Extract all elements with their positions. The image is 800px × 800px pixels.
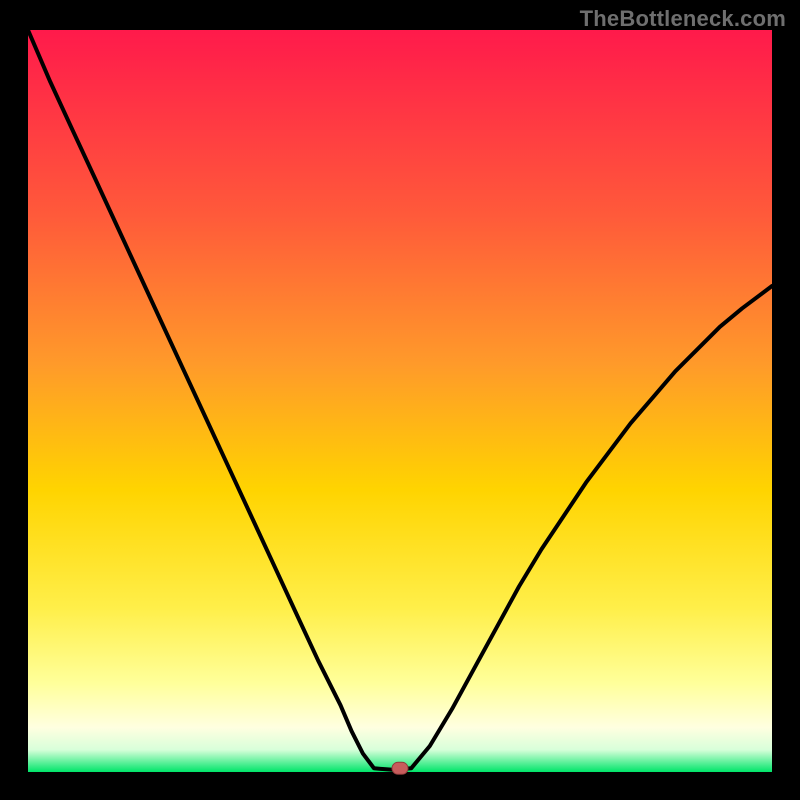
- watermark-text: TheBottleneck.com: [580, 6, 786, 32]
- gradient-background: [28, 30, 772, 772]
- chart-frame: TheBottleneck.com: [0, 0, 800, 800]
- trough-marker: [392, 762, 408, 774]
- chart-svg: [0, 0, 800, 800]
